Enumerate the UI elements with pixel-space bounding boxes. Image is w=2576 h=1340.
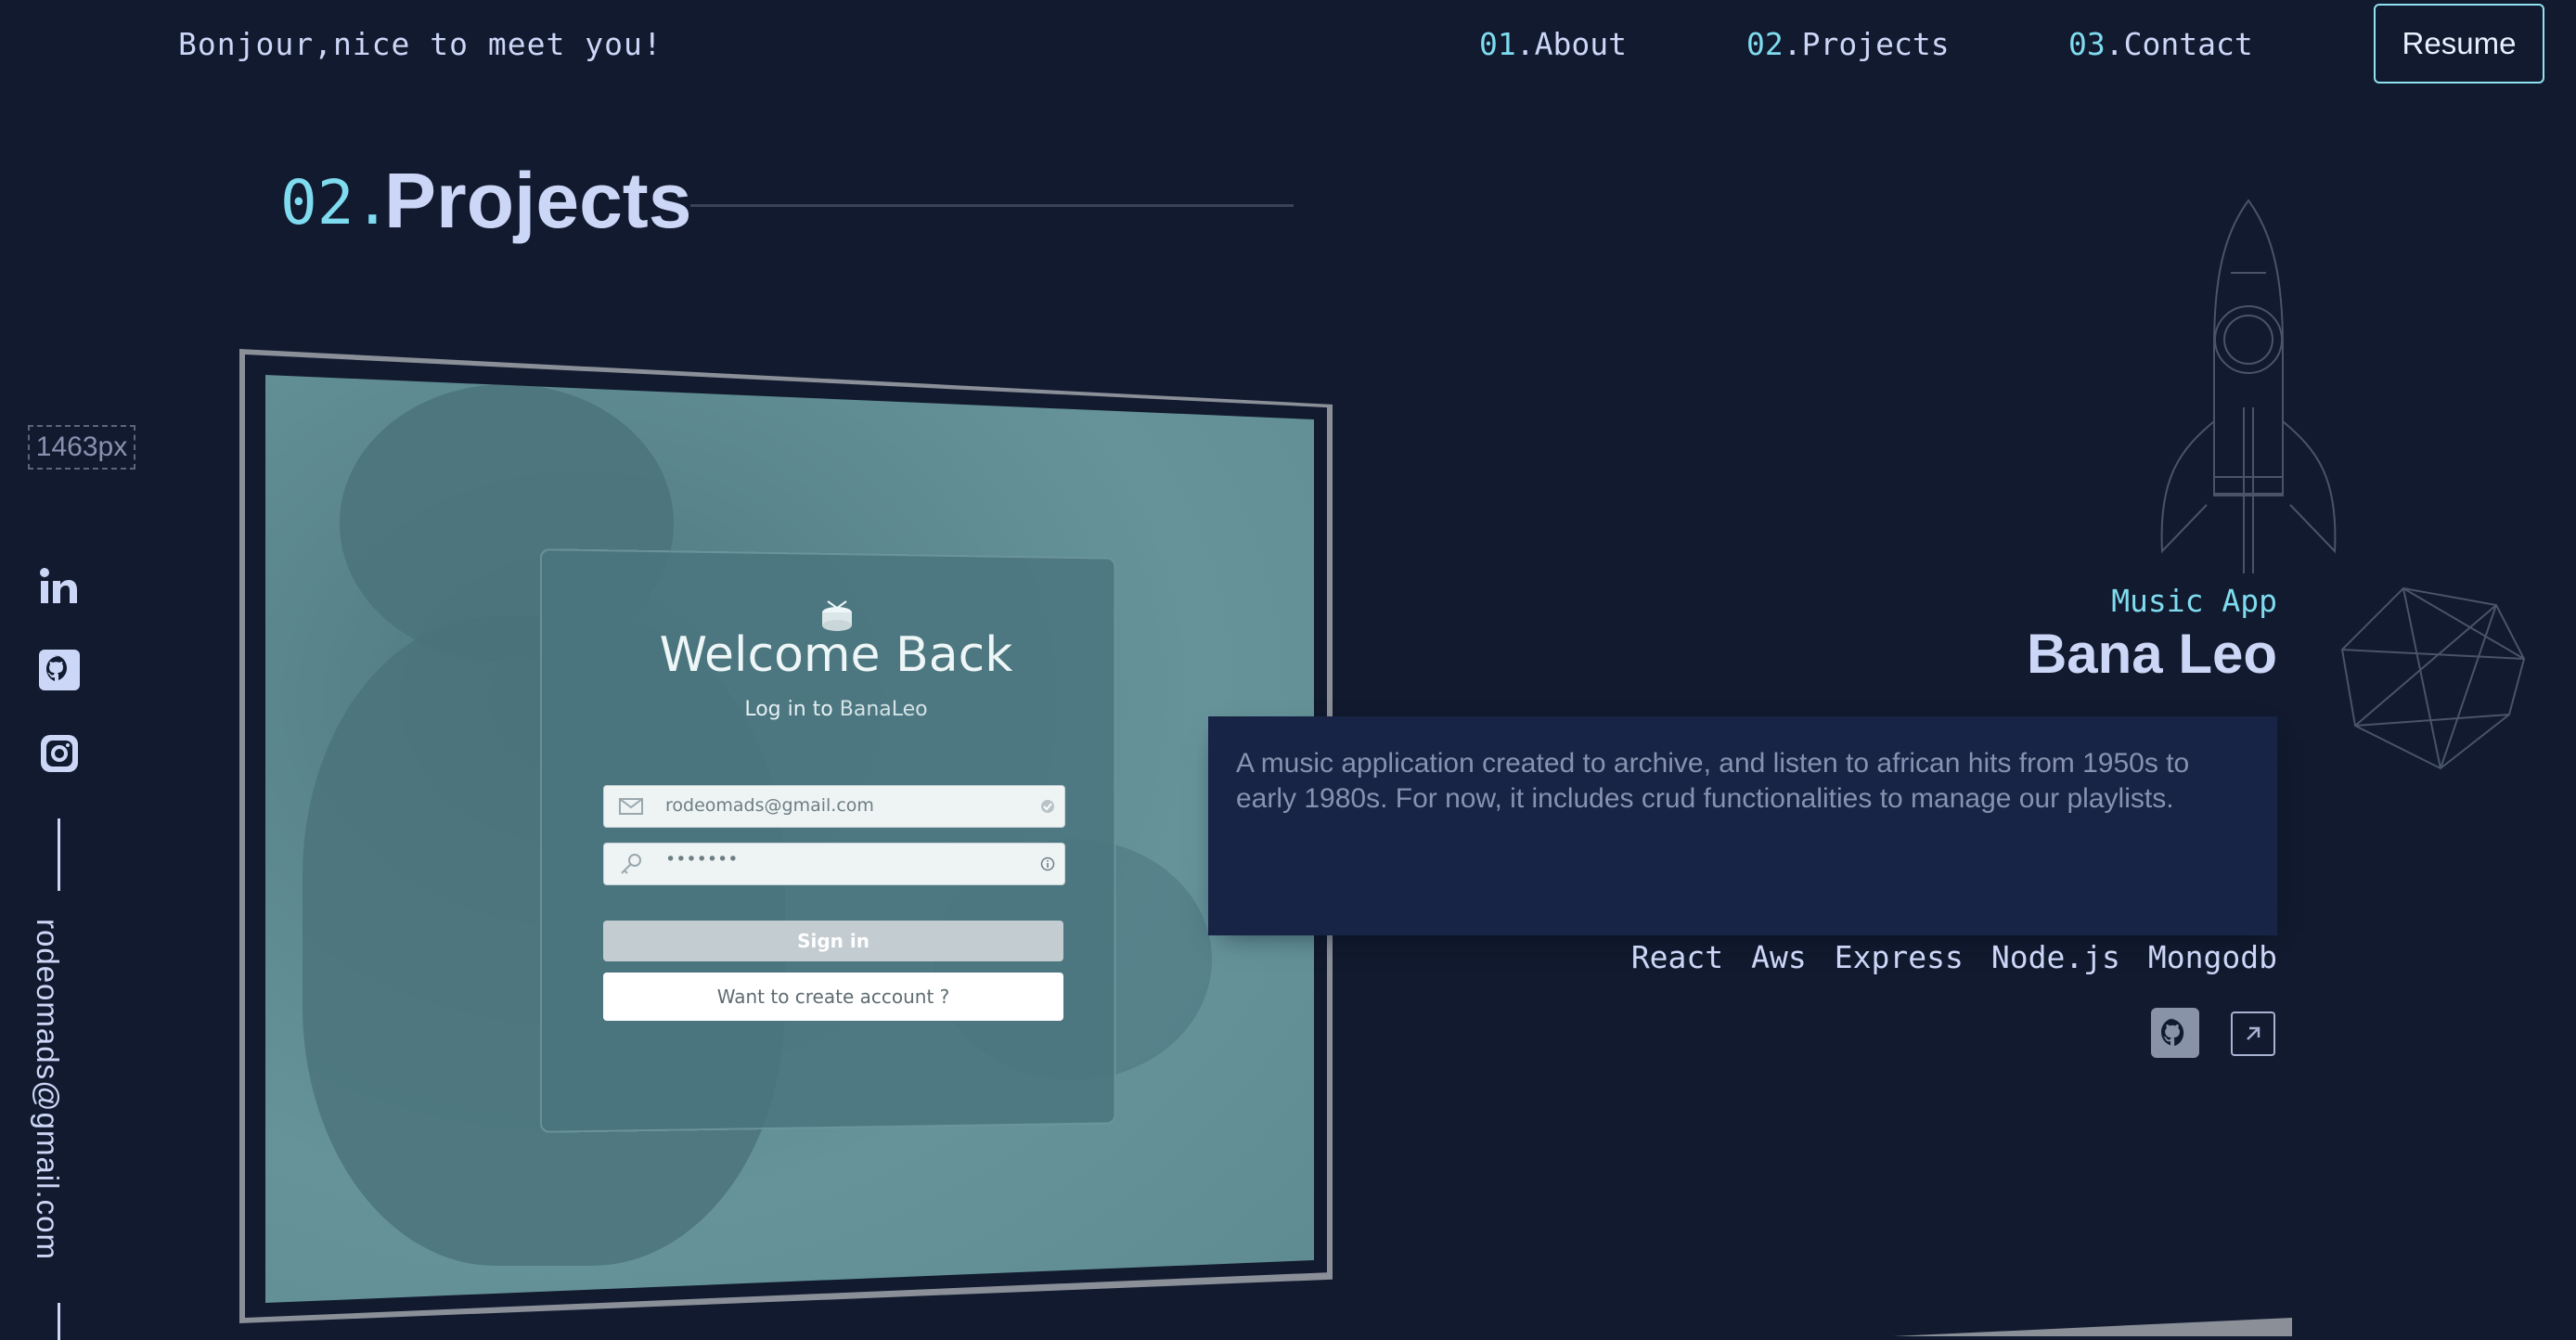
project-external-link[interactable]: [2231, 1011, 2275, 1056]
login-subtitle-prefix: Log in to: [744, 698, 840, 721]
section-title: Projects: [384, 157, 692, 244]
instagram-link[interactable]: [37, 731, 82, 776]
rocket-icon: [2160, 199, 2337, 573]
login-subtitle: Log in to BanaLeo: [544, 698, 1128, 721]
github-icon: [2161, 1018, 2184, 1047]
external-link-icon: [2247, 1026, 2260, 1040]
nav-link-projects[interactable]: 02.Projects: [1746, 26, 1950, 62]
nav-number: 02: [1746, 26, 1784, 62]
nav-label: .Contact: [2105, 26, 2253, 62]
greeting-text: Bonjour,nice to meet you!: [178, 26, 663, 62]
email-link[interactable]: rodeomads@gmail.com: [30, 919, 65, 1260]
tech-item: Aws: [1751, 939, 1807, 975]
login-password-field[interactable]: •••••••: [603, 843, 1065, 885]
section-number: 02.: [280, 167, 392, 238]
create-account-button[interactable]: Want to create account ?: [603, 973, 1063, 1021]
tech-item: React: [1630, 939, 1724, 975]
github-link-sidebar[interactable]: [37, 648, 82, 692]
viewport-width-indicator: 1463px: [28, 425, 135, 470]
project-overline: Music App: [2111, 583, 2277, 619]
nav-number: 03: [2068, 26, 2106, 62]
login-brand: BanaLeo: [839, 698, 928, 721]
nav-label: .Projects: [1783, 26, 1950, 62]
sidebar-line: [58, 1303, 60, 1340]
linkedin-link[interactable]: [37, 564, 82, 609]
key-icon: [621, 854, 641, 874]
nav-number: 01: [1479, 26, 1516, 62]
nav-link-about[interactable]: 01.About: [1479, 26, 1627, 62]
project-title[interactable]: Bana Leo: [2027, 622, 2277, 686]
info-icon: [1040, 857, 1055, 871]
next-project-frame-edge: [1893, 1318, 2292, 1336]
github-icon: [39, 650, 80, 690]
polyhedron-icon: [2340, 586, 2526, 770]
signin-button[interactable]: Sign in: [603, 921, 1063, 961]
tech-item: Express: [1834, 939, 1964, 975]
project-description: A music application created to archive, …: [1208, 716, 2277, 935]
project-tech-list: React Aws Express Node.js Mongodb: [1631, 939, 2277, 975]
tech-item: Mongodb: [2147, 939, 2277, 975]
nav-label: .About: [1515, 26, 1627, 62]
sidebar-line: [58, 818, 60, 891]
nav-link-contact[interactable]: 03.Contact: [2068, 26, 2253, 62]
mail-icon: [619, 798, 643, 815]
instagram-icon: [41, 735, 78, 772]
login-title: Welcome Back: [659, 627, 1013, 683]
resume-button[interactable]: Resume: [2374, 4, 2544, 84]
project-github-link[interactable]: [2151, 1008, 2199, 1058]
check-icon: [1041, 800, 1054, 813]
section-divider: [690, 204, 1294, 207]
login-email-value: rodeomads@gmail.com: [665, 795, 874, 816]
login-password-value: •••••••: [665, 849, 739, 870]
tech-item: Node.js: [1990, 939, 2120, 975]
login-email-field[interactable]: rodeomads@gmail.com: [603, 785, 1065, 828]
linkedin-icon: [40, 568, 77, 603]
